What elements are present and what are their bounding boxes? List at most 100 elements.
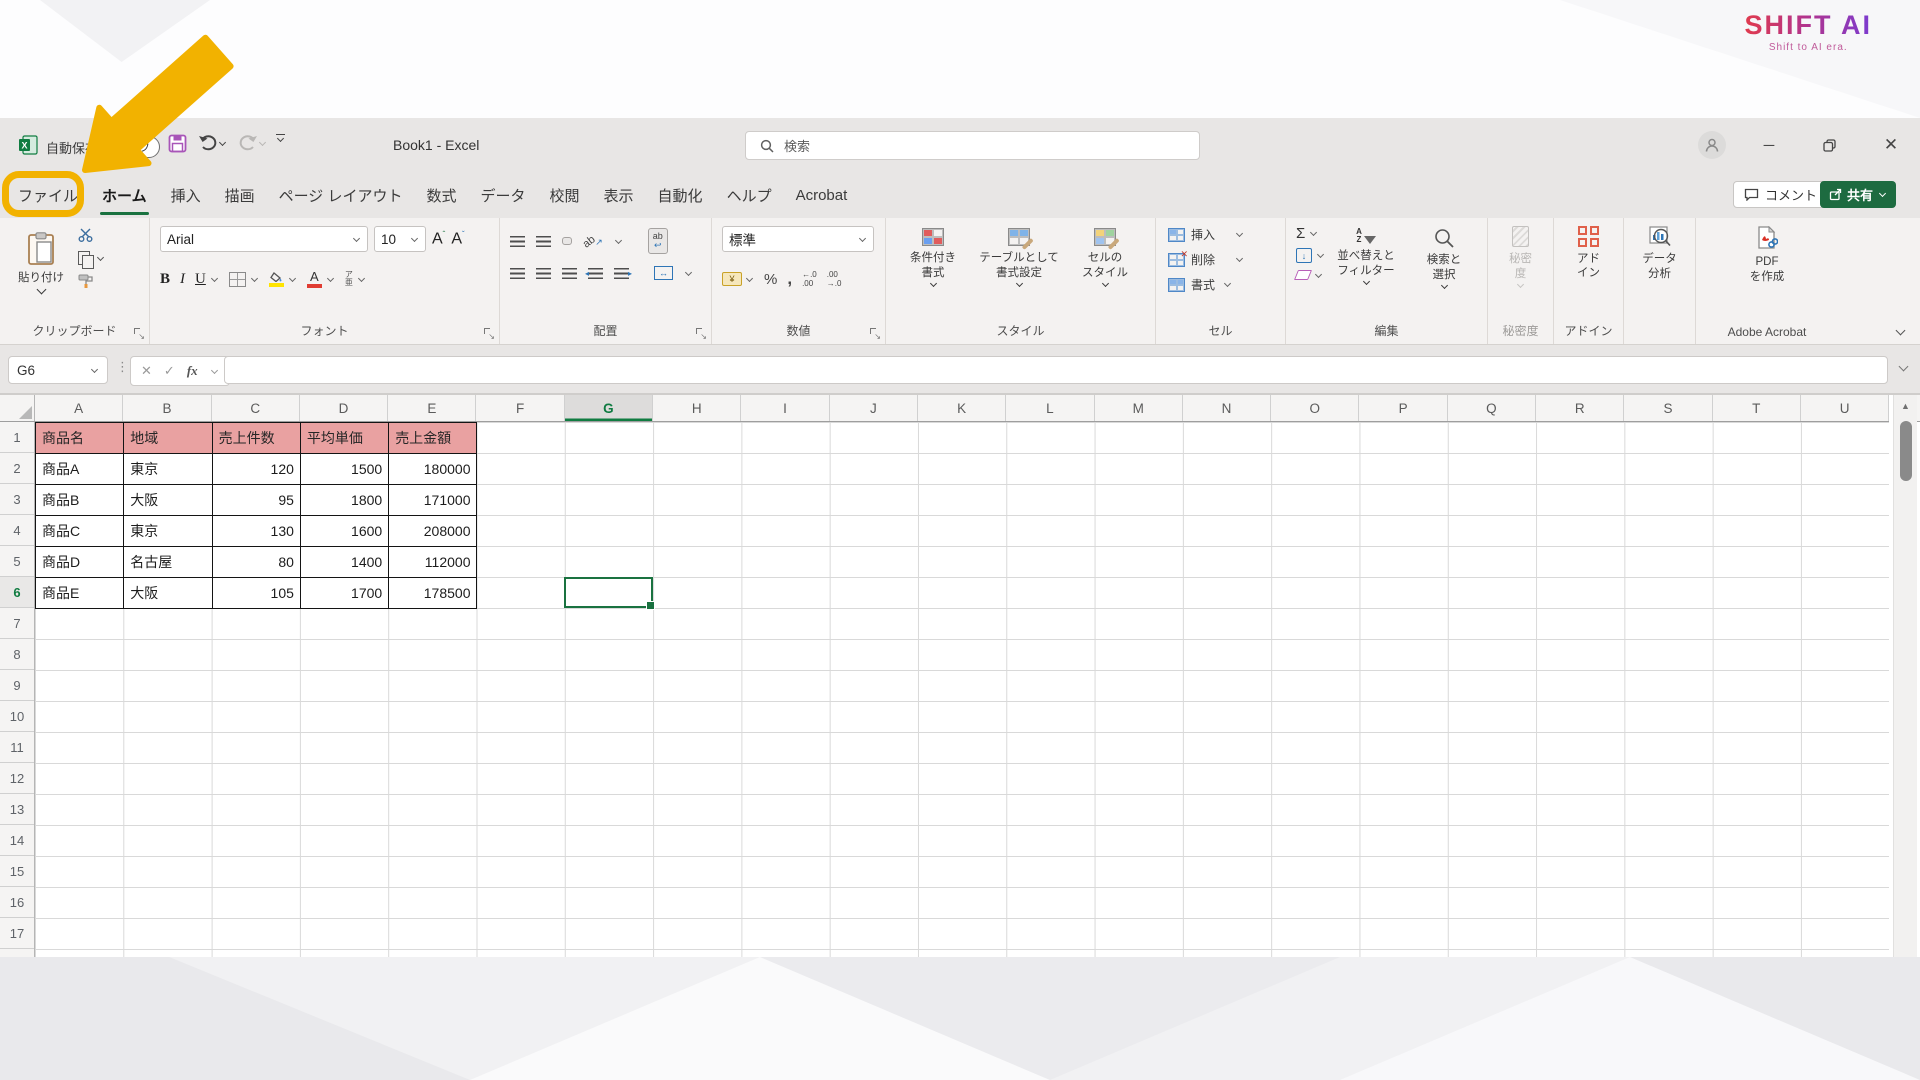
table-cell[interactable]: 商品D — [36, 547, 124, 578]
minimize-button[interactable]: ─ — [1746, 118, 1792, 172]
column-header-Q[interactable]: Q — [1448, 395, 1536, 421]
row-header-4[interactable]: 4 — [0, 515, 34, 546]
align-right-button[interactable] — [562, 268, 577, 279]
fill-handle[interactable] — [646, 601, 655, 610]
table-header-cell[interactable]: 商品名 — [36, 423, 124, 454]
tab-ファイル[interactable]: ファイル — [6, 172, 90, 218]
formula-bar-grip[interactable]: ⋮ — [116, 359, 129, 375]
search-box[interactable]: 検索 — [745, 131, 1200, 160]
select-all-button[interactable] — [0, 395, 35, 421]
table-cell[interactable]: 大阪 — [124, 485, 212, 516]
column-header-M[interactable]: M — [1095, 395, 1183, 421]
number-format-combo[interactable]: 標準 — [722, 226, 874, 252]
table-cell[interactable]: 171000 — [389, 485, 477, 516]
autosave-toggle[interactable]: オフ — [106, 136, 160, 158]
borders-chevron[interactable] — [251, 274, 258, 281]
clear-button[interactable] — [1296, 270, 1325, 280]
sort-filter-chevron[interactable] — [1362, 278, 1369, 285]
table-cell[interactable]: 1800 — [301, 485, 389, 516]
tab-Acrobat[interactable]: Acrobat — [784, 172, 860, 218]
table-cell[interactable]: 1400 — [301, 547, 389, 578]
find-select-button[interactable]: 検索と 選択 — [1412, 220, 1476, 290]
wrap-text-button[interactable]: ab↩ — [648, 228, 668, 254]
undo-button[interactable] — [198, 134, 227, 152]
paste-chevron[interactable] — [36, 284, 46, 294]
expand-formula-bar-chevron[interactable] — [1899, 362, 1909, 372]
fill-chevron[interactable] — [1317, 251, 1324, 258]
increase-decimal-button[interactable]: ←.0 .00 — [802, 270, 817, 288]
row-header-10[interactable]: 10 — [0, 701, 34, 732]
row-header-6[interactable]: 6 — [0, 577, 34, 608]
conditional-chevron[interactable] — [929, 280, 936, 287]
format-as-table-button[interactable]: テーブルとして 書式設定 — [976, 220, 1062, 288]
table-cell[interactable]: 1600 — [301, 516, 389, 547]
create-pdf-button[interactable]: PDF を作成 — [1696, 218, 1838, 285]
table-cell[interactable]: 130 — [213, 516, 301, 547]
column-header-E[interactable]: E — [388, 395, 476, 421]
shrink-font-button[interactable]: Aˇ — [451, 230, 464, 248]
table-cell[interactable]: 105 — [213, 578, 301, 609]
addins-button[interactable]: アド イン — [1554, 218, 1623, 281]
italic-button[interactable]: I — [180, 271, 185, 288]
insert-function-chevron[interactable] — [211, 366, 218, 373]
clipboard-dialog-launcher[interactable] — [134, 328, 144, 338]
undo-dropdown-chevron[interactable] — [219, 138, 226, 145]
sort-filter-button[interactable]: AZ 並べ替えと フィルター — [1334, 220, 1398, 286]
table-cell[interactable]: 95 — [213, 485, 301, 516]
row-header-15[interactable]: 15 — [0, 856, 34, 887]
row-header-5[interactable]: 5 — [0, 546, 34, 577]
row-header-7[interactable]: 7 — [0, 608, 34, 639]
align-center-button[interactable] — [536, 268, 551, 279]
qat-customize-button[interactable] — [276, 134, 285, 143]
conditional-formatting-button[interactable]: 条件付き 書式 — [890, 220, 976, 288]
column-header-C[interactable]: C — [212, 395, 300, 421]
row-header-11[interactable]: 11 — [0, 732, 34, 763]
row-header-13[interactable]: 13 — [0, 794, 34, 825]
table-cell[interactable]: 1500 — [301, 454, 389, 485]
column-header-R[interactable]: R — [1536, 395, 1624, 421]
tab-挿入[interactable]: 挿入 — [159, 172, 213, 218]
insert-cells-button[interactable]: 挿入 — [1168, 226, 1244, 243]
autosum-chevron[interactable] — [1310, 229, 1317, 236]
confirm-entry-button[interactable]: ✓ — [164, 363, 175, 379]
paste-button[interactable]: 貼り付け — [12, 224, 70, 295]
row-header-12[interactable]: 12 — [0, 763, 34, 794]
decrease-decimal-button[interactable]: .00 →.0 — [827, 270, 842, 288]
column-header-H[interactable]: H — [653, 395, 741, 421]
tab-データ[interactable]: データ — [469, 172, 538, 218]
data-analysis-button[interactable]: データ 分析 — [1624, 218, 1695, 282]
comments-button[interactable]: コメント — [1733, 181, 1828, 208]
bold-button[interactable]: B — [160, 271, 170, 288]
share-button[interactable]: 共有 — [1820, 181, 1896, 208]
merge-center-button[interactable]: ↔ — [654, 266, 673, 280]
collapse-ribbon-chevron[interactable] — [1896, 326, 1906, 336]
format-cells-button[interactable]: 書式 — [1168, 276, 1244, 293]
format-chevron[interactable] — [1224, 280, 1231, 287]
align-left-button[interactable] — [510, 268, 525, 279]
table-cell[interactable]: 208000 — [389, 516, 477, 547]
table-cell[interactable]: 180000 — [389, 454, 477, 485]
row-header-9[interactable]: 9 — [0, 670, 34, 701]
delete-chevron[interactable] — [1236, 255, 1243, 262]
column-header-G[interactable]: G — [565, 395, 653, 421]
fill-color-button[interactable] — [269, 272, 284, 287]
alignment-dialog-launcher[interactable] — [696, 328, 706, 338]
table-cell[interactable]: 商品A — [36, 454, 124, 485]
row-header-16[interactable]: 16 — [0, 887, 34, 918]
tab-ホーム[interactable]: ホーム — [90, 172, 159, 218]
column-header-L[interactable]: L — [1006, 395, 1094, 421]
table-header-cell[interactable]: 地域 — [124, 423, 212, 454]
column-header-N[interactable]: N — [1183, 395, 1271, 421]
table-cell[interactable]: 120 — [213, 454, 301, 485]
insert-function-button[interactable]: fx — [187, 363, 198, 379]
row-header-14[interactable]: 14 — [0, 825, 34, 856]
comma-format-button[interactable]: , — [787, 269, 792, 289]
row-header-17[interactable]: 17 — [0, 918, 34, 949]
cancel-entry-button[interactable]: ✕ — [141, 363, 152, 379]
table-cell[interactable]: 大阪 — [124, 578, 212, 609]
row-header-18[interactable] — [0, 949, 34, 957]
active-cell-selection[interactable] — [564, 577, 653, 608]
account-avatar[interactable] — [1698, 131, 1726, 159]
delete-cells-button[interactable]: 削除 — [1168, 251, 1244, 268]
table-header-cell[interactable]: 売上件数 — [213, 423, 301, 454]
